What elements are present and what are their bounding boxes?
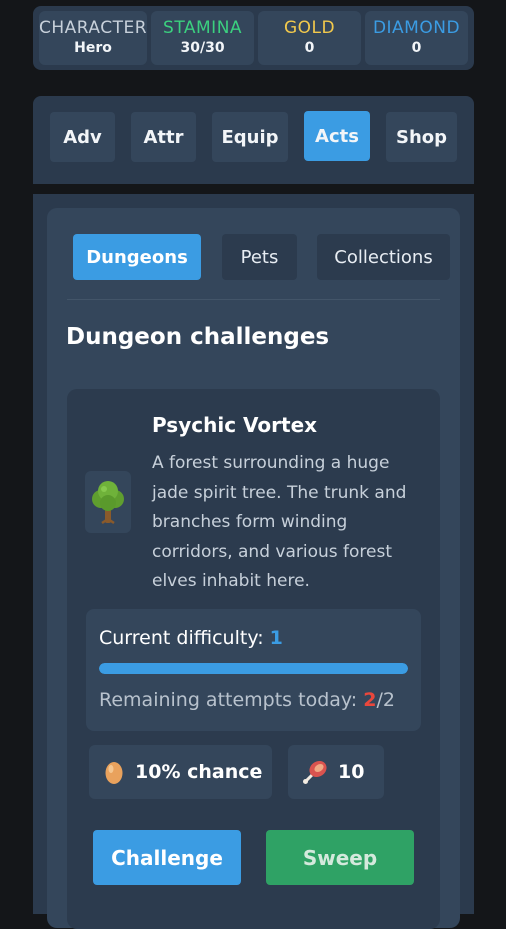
difficulty-label: Current difficulty: xyxy=(99,627,270,649)
attempts-label: Remaining attempts today: xyxy=(99,689,364,711)
stat-stamina: STAMINA 30/30 xyxy=(151,11,255,65)
stat-stamina-label: STAMINA xyxy=(163,18,243,38)
dungeon-name: Psychic Vortex xyxy=(152,413,318,437)
difficulty-panel: Current difficulty: 1 Remaining attempts… xyxy=(86,609,421,731)
stat-gold: GOLD 0 xyxy=(258,11,362,65)
tab-acts[interactable]: Acts xyxy=(304,111,370,161)
challenge-button[interactable]: Challenge xyxy=(93,830,241,885)
divider xyxy=(67,299,440,300)
stat-gold-value: 0 xyxy=(304,40,315,56)
dungeon-description: A forest surrounding a huge jade spirit … xyxy=(152,453,407,591)
tab-adv[interactable]: Adv xyxy=(50,112,115,162)
subtab-collections[interactable]: Collections xyxy=(317,234,450,280)
difficulty-progress-bar xyxy=(99,663,408,674)
subtab-dungeons[interactable]: Dungeons xyxy=(73,234,201,280)
section-title: Dungeon challenges xyxy=(66,324,330,350)
meat-icon xyxy=(303,760,327,784)
reward-meat-text: 10 xyxy=(338,761,365,783)
stat-diamond-label: DIAMOND xyxy=(372,18,461,38)
tab-attr[interactable]: Attr xyxy=(131,112,196,162)
stat-character-label: CHARACTER xyxy=(39,18,148,38)
stat-character-value: Hero xyxy=(74,40,112,56)
main-nav: Adv Attr Equip Acts Shop xyxy=(33,96,474,184)
stat-diamond: DIAMOND 0 xyxy=(365,11,468,65)
activities-card: Dungeons Pets Collections Dungeon challe… xyxy=(47,208,460,929)
subtab-pets[interactable]: Pets xyxy=(222,234,297,280)
stat-character: CHARACTER Hero xyxy=(39,11,148,65)
attempts-line: Remaining attempts today: 2/2 xyxy=(99,689,395,711)
reward-egg-chance: 10% chance xyxy=(89,745,272,799)
reward-egg-text: 10% chance xyxy=(135,761,263,783)
difficulty-value: 1 xyxy=(269,627,283,649)
stat-stamina-value: 30/30 xyxy=(180,40,225,56)
dungeon-icon-box xyxy=(85,471,131,533)
reward-meat: 10 xyxy=(288,745,384,799)
dungeon-card: Psychic Vortex A forest surrounding a hu… xyxy=(67,389,440,929)
attempts-left: 2 xyxy=(363,689,377,711)
stat-gold-label: GOLD xyxy=(283,18,336,38)
tab-equip[interactable]: Equip xyxy=(212,112,288,162)
tab-shop[interactable]: Shop xyxy=(386,112,457,162)
content-panel: Dungeons Pets Collections Dungeon challe… xyxy=(33,194,474,929)
resource-stats-bar: CHARACTER Hero STAMINA 30/30 GOLD 0 DIAM… xyxy=(33,6,474,70)
difficulty-line: Current difficulty: 1 xyxy=(99,627,283,649)
sweep-button[interactable]: Sweep xyxy=(266,830,414,885)
tree-icon xyxy=(92,481,124,525)
egg-icon xyxy=(105,762,123,784)
difficulty-progress-fill xyxy=(99,663,408,674)
stat-diamond-value: 0 xyxy=(411,40,422,56)
attempts-total: /2 xyxy=(376,689,395,711)
